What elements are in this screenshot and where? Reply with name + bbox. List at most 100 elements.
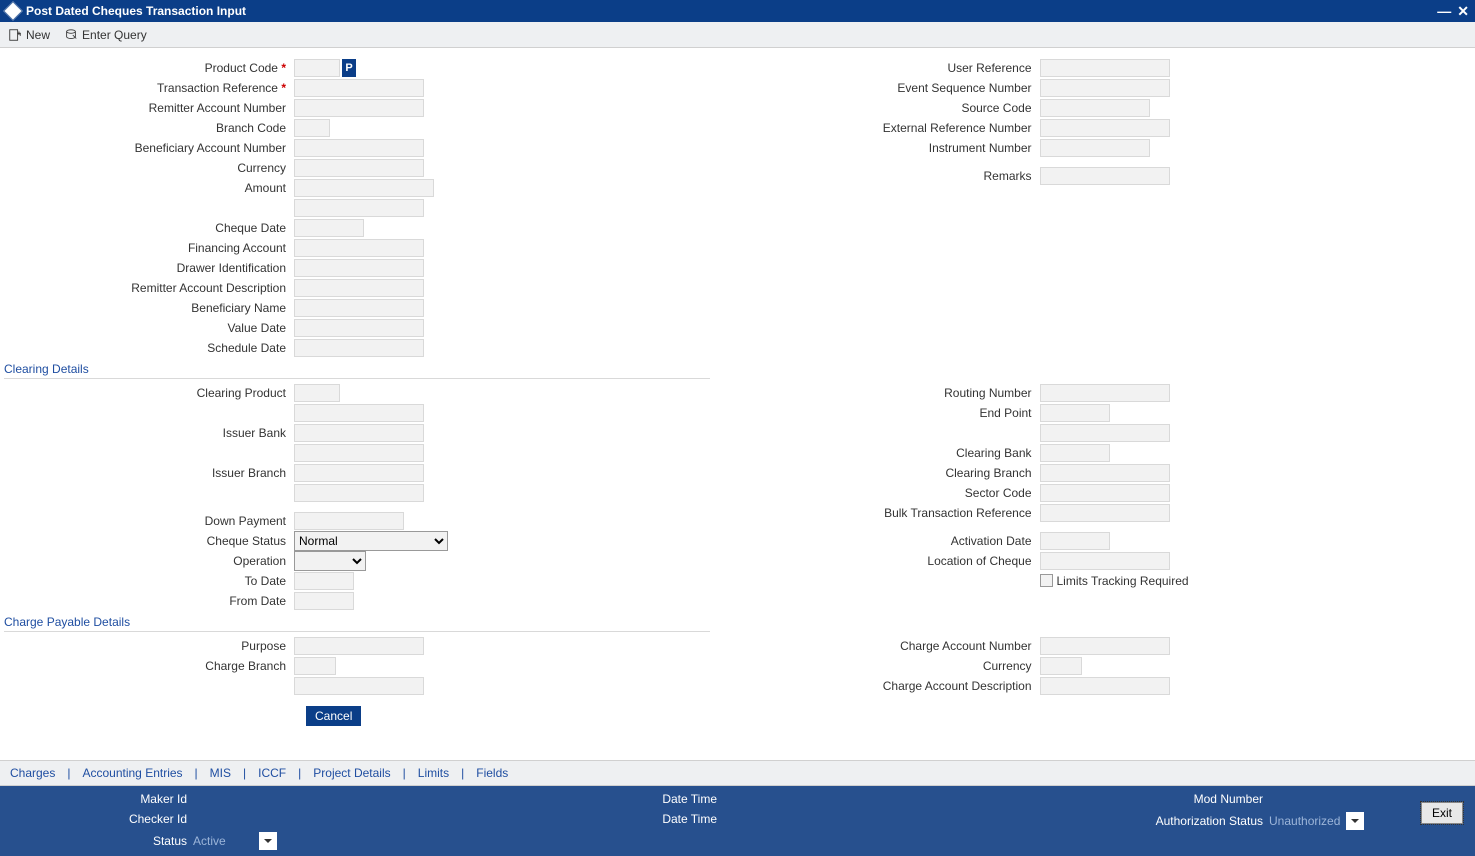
remitter-acc-input[interactable]	[294, 99, 424, 117]
issuer-branch-desc-input[interactable]	[294, 484, 424, 502]
tab-fields[interactable]: Fields	[476, 766, 508, 780]
tab-mis[interactable]: MIS	[210, 766, 231, 780]
purpose-label: Purpose	[4, 639, 294, 653]
end-point-desc-input[interactable]	[1040, 424, 1170, 442]
benef-name-input[interactable]	[294, 299, 424, 317]
operation-label: Operation	[4, 554, 294, 568]
cheque-location-input[interactable]	[1040, 552, 1170, 570]
benef-acc-input[interactable]	[294, 139, 424, 157]
to-date-input[interactable]	[294, 572, 354, 590]
drawer-id-label: Drawer Identification	[4, 261, 294, 275]
amount-input[interactable]	[294, 179, 434, 197]
from-date-input[interactable]	[294, 592, 354, 610]
fin-acc-label: Financing Account	[4, 241, 294, 255]
clearing-product-input[interactable]	[294, 384, 340, 402]
bottom-tab-strip: Charges| Accounting Entries| MIS| ICCF| …	[0, 760, 1475, 786]
limits-tracking-label: Limits Tracking Required	[1057, 574, 1189, 588]
cheque-status-select[interactable]: Normal	[294, 531, 448, 551]
cheque-location-label: Location of Cheque	[750, 554, 1040, 568]
minimize-button[interactable]: —	[1437, 3, 1451, 20]
tab-iccf[interactable]: ICCF	[258, 766, 286, 780]
product-code-label: Product Code	[4, 61, 294, 75]
purpose-input[interactable]	[294, 637, 424, 655]
source-code-label: Source Code	[750, 101, 1040, 115]
enter-query-label: Enter Query	[82, 28, 147, 42]
bulk-txn-ref-label: Bulk Transaction Reference	[750, 506, 1040, 520]
charge-acc-desc-input[interactable]	[1040, 677, 1170, 695]
routing-no-label: Routing Number	[750, 386, 1040, 400]
to-date-label: To Date	[4, 574, 294, 588]
close-button[interactable]: ✕	[1457, 3, 1469, 20]
date-time-1-label: Date Time	[297, 792, 717, 806]
charge-currency-label: Currency	[750, 659, 1040, 673]
remitter-desc-input[interactable]	[294, 279, 424, 297]
evt-seq-input[interactable]	[1040, 79, 1170, 97]
source-code-input[interactable]	[1040, 99, 1150, 117]
charge-branch-input[interactable]	[294, 657, 336, 675]
tab-charges[interactable]: Charges	[10, 766, 55, 780]
mod-number-label: Mod Number	[803, 792, 1263, 806]
status-label: Status	[12, 834, 187, 848]
charge-acc-no-input[interactable]	[1040, 637, 1170, 655]
status-select[interactable]	[259, 832, 277, 850]
new-button[interactable]: New	[8, 28, 50, 42]
issuer-bank-desc-input[interactable]	[294, 444, 424, 462]
activation-date-input[interactable]	[1040, 532, 1110, 550]
clearing-bank-input[interactable]	[1040, 444, 1110, 462]
operation-select[interactable]	[294, 551, 366, 571]
exit-button[interactable]: Exit	[1421, 802, 1463, 824]
sector-code-input[interactable]	[1040, 484, 1170, 502]
tab-limits[interactable]: Limits	[418, 766, 449, 780]
end-point-label: End Point	[750, 406, 1040, 420]
branch-code-input[interactable]	[294, 119, 330, 137]
currency-input[interactable]	[294, 159, 424, 177]
window-titlebar: Post Dated Cheques Transaction Input — ✕	[0, 0, 1475, 22]
cheque-date-input[interactable]	[294, 219, 364, 237]
charge-currency-input[interactable]	[1040, 657, 1082, 675]
tab-project-details[interactable]: Project Details	[313, 766, 390, 780]
user-ref-label: User Reference	[750, 61, 1040, 75]
instr-num-input[interactable]	[1040, 139, 1150, 157]
issuer-branch-input[interactable]	[294, 464, 424, 482]
clearing-branch-input[interactable]	[1040, 464, 1170, 482]
issuer-bank-input[interactable]	[294, 424, 424, 442]
enter-query-icon	[64, 28, 78, 42]
amount-extra-input[interactable]	[294, 199, 424, 217]
product-code-picker-icon[interactable]: P	[342, 59, 356, 77]
clearing-product-desc-input[interactable]	[294, 404, 424, 422]
toolbar: New Enter Query	[0, 22, 1475, 48]
enter-query-button[interactable]: Enter Query	[64, 28, 147, 42]
form-scroll-area[interactable]: Product CodeP Transaction Reference Remi…	[0, 48, 1475, 760]
bulk-txn-ref-input[interactable]	[1040, 504, 1170, 522]
limits-tracking-checkbox[interactable]	[1040, 574, 1053, 587]
auth-status-label: Authorization Status	[803, 814, 1263, 828]
routing-no-input[interactable]	[1040, 384, 1170, 402]
amount-label: Amount	[4, 181, 294, 195]
user-ref-input[interactable]	[1040, 59, 1170, 77]
benef-name-label: Beneficiary Name	[4, 301, 294, 315]
remitter-acc-label: Remitter Account Number	[4, 101, 294, 115]
txn-ref-input[interactable]	[294, 79, 424, 97]
tab-accounting-entries[interactable]: Accounting Entries	[82, 766, 182, 780]
ext-ref-input[interactable]	[1040, 119, 1170, 137]
product-code-input[interactable]	[294, 59, 340, 77]
sector-code-label: Sector Code	[750, 486, 1040, 500]
drawer-id-input[interactable]	[294, 259, 424, 277]
value-date-input[interactable]	[294, 319, 424, 337]
charge-branch-desc-input[interactable]	[294, 677, 424, 695]
clearing-branch-label: Clearing Branch	[750, 466, 1040, 480]
fin-acc-input[interactable]	[294, 239, 424, 257]
charge-payable-header: Charge Payable Details	[4, 615, 710, 632]
schedule-date-label: Schedule Date	[4, 341, 294, 355]
cancel-button[interactable]: Cancel	[306, 706, 361, 726]
status-value: Active	[193, 834, 253, 848]
schedule-date-input[interactable]	[294, 339, 424, 357]
window-icon	[3, 1, 23, 21]
branch-code-label: Branch Code	[4, 121, 294, 135]
down-payment-input[interactable]	[294, 512, 404, 530]
value-date-label: Value Date	[4, 321, 294, 335]
remarks-input[interactable]	[1040, 167, 1170, 185]
end-point-input[interactable]	[1040, 404, 1110, 422]
auth-status-select[interactable]	[1346, 812, 1364, 830]
evt-seq-label: Event Sequence Number	[750, 81, 1040, 95]
